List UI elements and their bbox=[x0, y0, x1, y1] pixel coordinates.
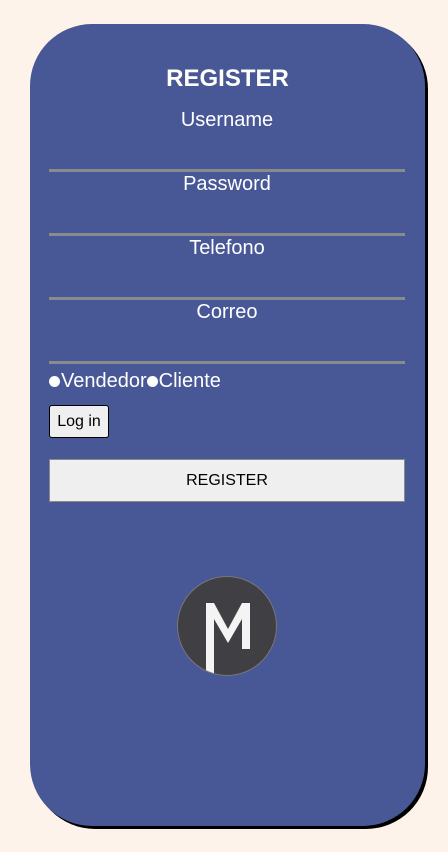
correo-label: Correo bbox=[196, 301, 258, 323]
vendedor-label[interactable]: Vendedor bbox=[61, 369, 147, 393]
telefono-field[interactable]: Telefono bbox=[49, 236, 405, 300]
role-radio-group: Vendedor Cliente bbox=[49, 369, 221, 393]
correo-field[interactable]: Correo bbox=[49, 300, 405, 364]
register-card: REGISTER Username Password Telefono Corr… bbox=[30, 24, 425, 826]
cliente-radio[interactable] bbox=[146, 375, 158, 387]
vendedor-radio[interactable] bbox=[49, 375, 60, 387]
username-label: Username bbox=[180, 109, 274, 131]
password-label: Password bbox=[183, 173, 271, 195]
login-button[interactable]: Log in bbox=[49, 405, 109, 438]
m-logo-icon bbox=[177, 576, 277, 676]
register-button[interactable]: REGISTER bbox=[49, 459, 405, 502]
correo-underline bbox=[49, 361, 405, 364]
password-field[interactable]: Password bbox=[49, 172, 405, 236]
page-title: REGISTER bbox=[166, 65, 289, 92]
telefono-label: Telefono bbox=[189, 237, 265, 259]
m-logo-glyph bbox=[206, 603, 250, 675]
cliente-label[interactable]: Cliente bbox=[159, 369, 221, 393]
username-field[interactable]: Username bbox=[49, 108, 405, 172]
